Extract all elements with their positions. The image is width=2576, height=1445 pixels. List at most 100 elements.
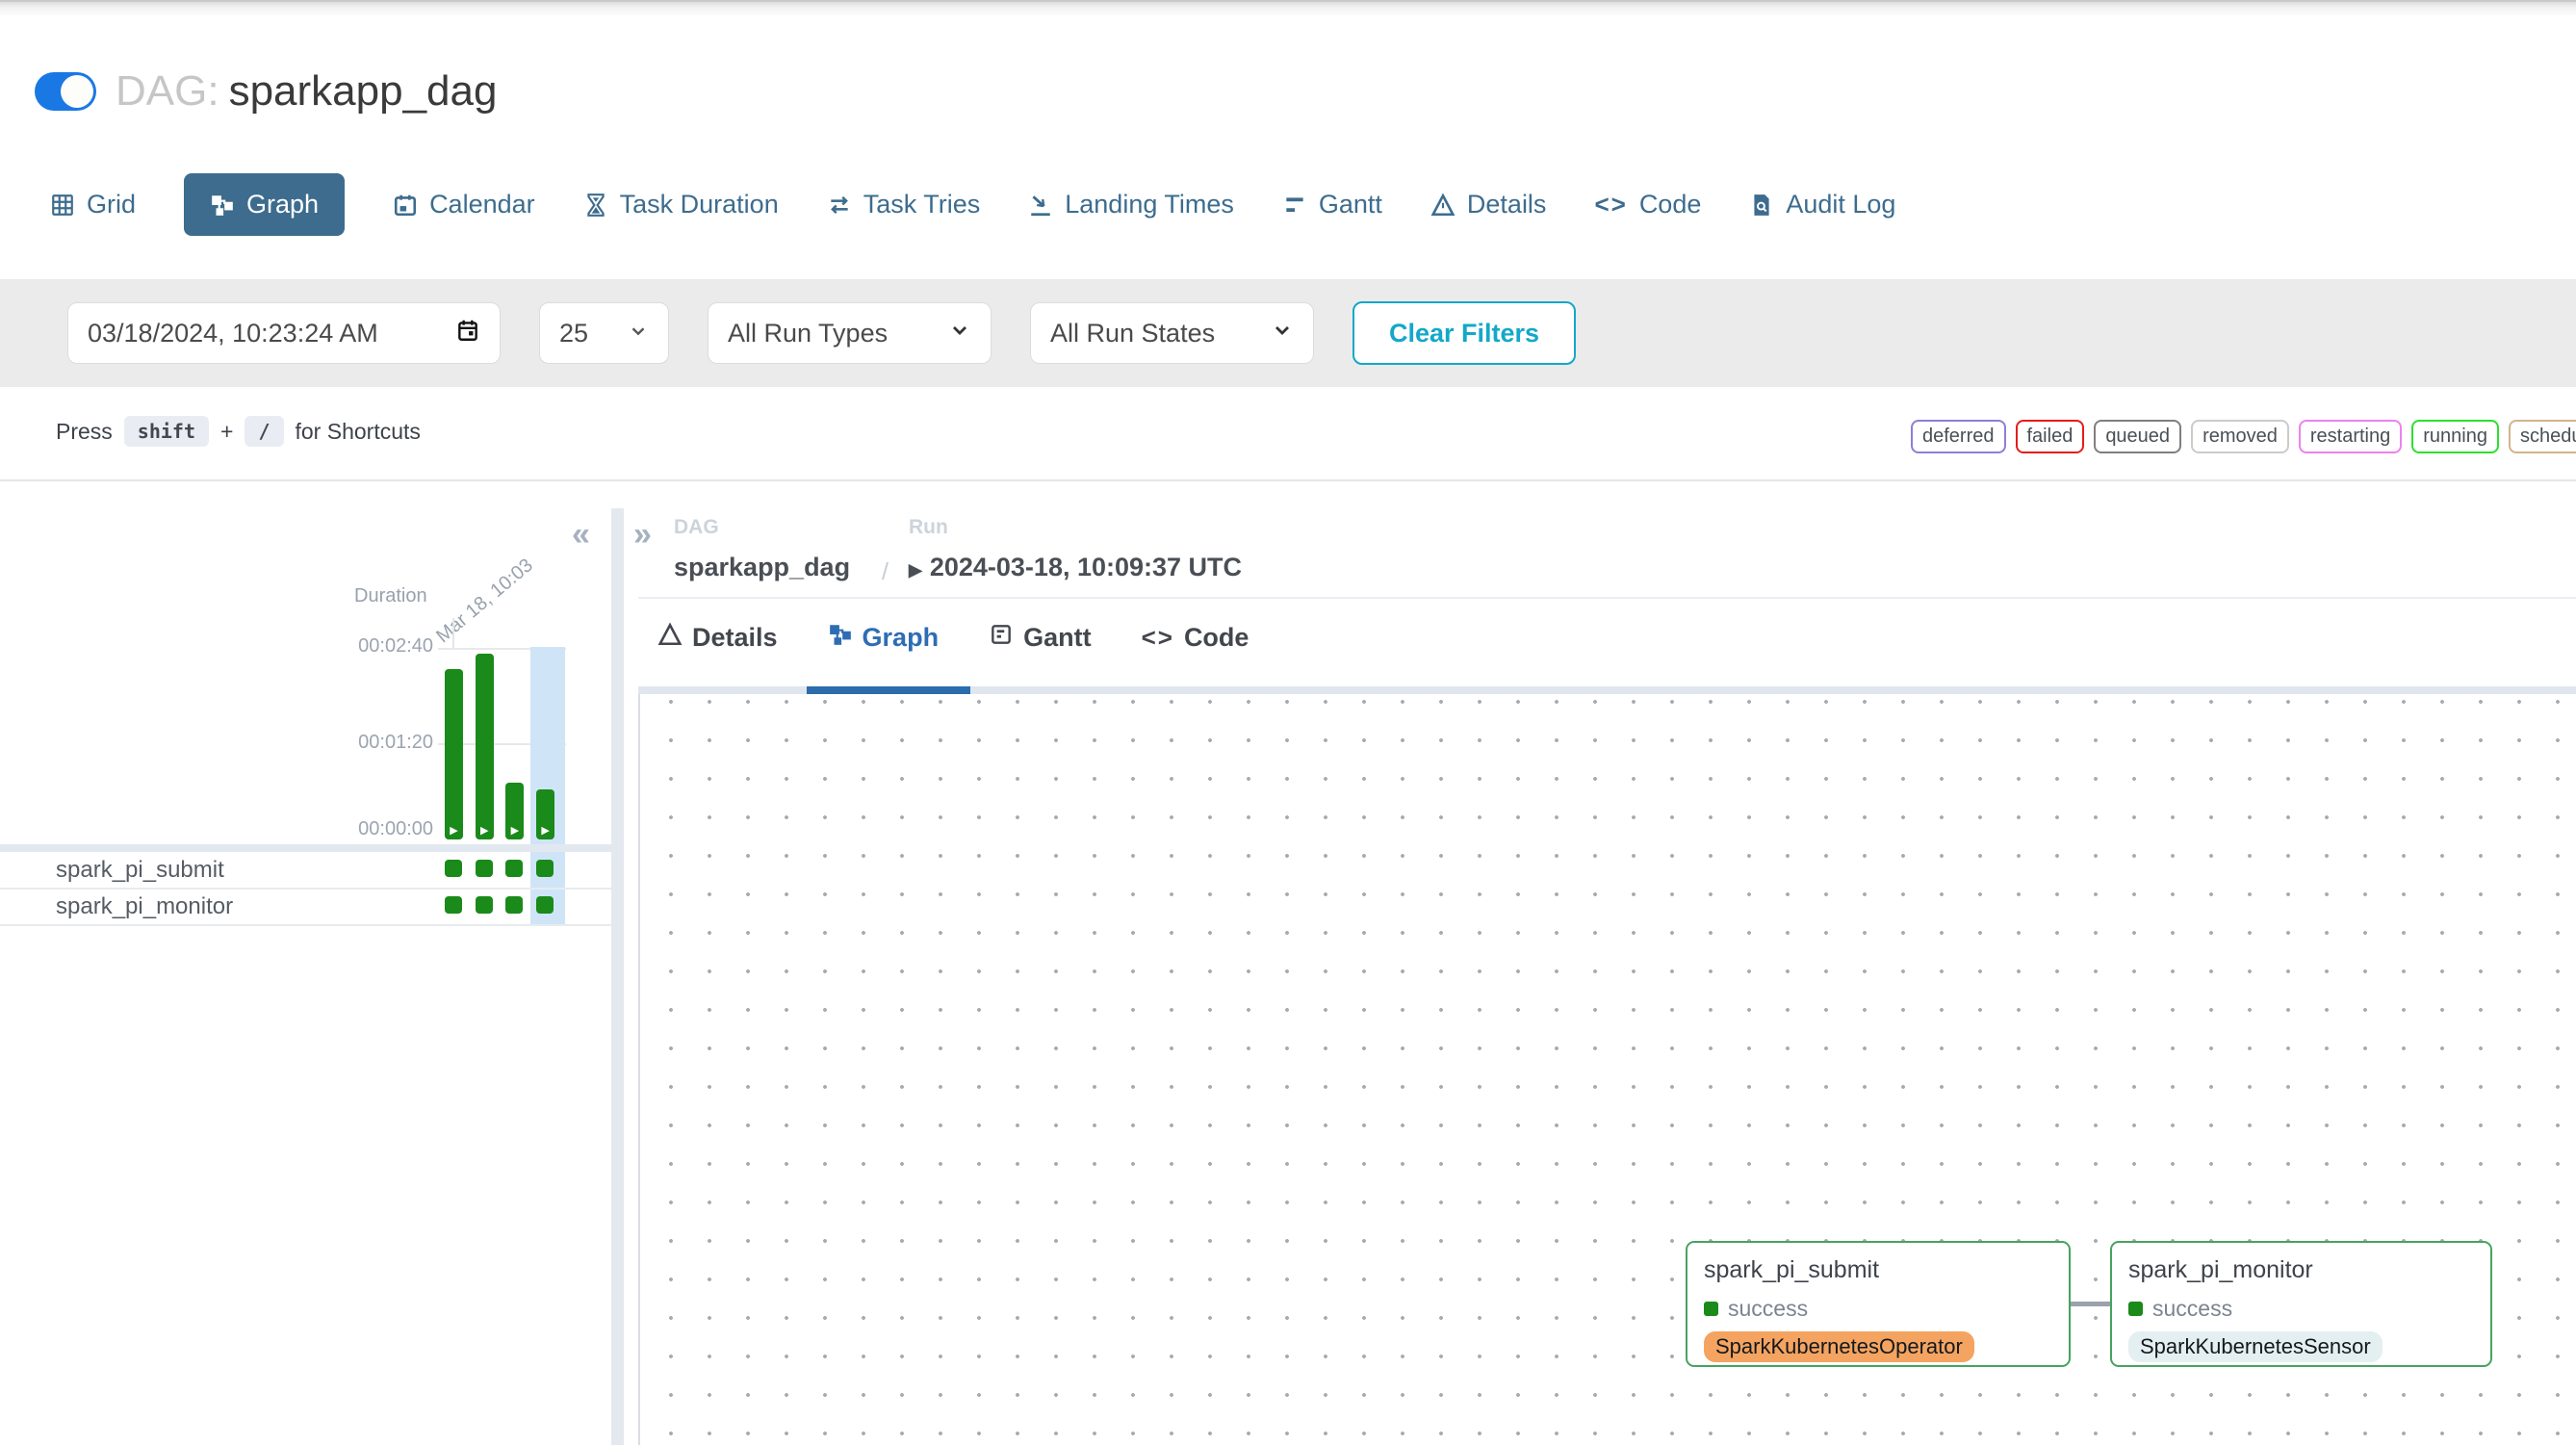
breadcrumb-separator: / [882,558,889,586]
date-filter-value: 03/18/2024, 10:23:24 AM [88,319,378,348]
task-instance-row [445,860,570,877]
nav-tab-label: Code [1639,190,1702,219]
legend-badge-failed[interactable]: failed [2016,420,2085,453]
nav-tab-label: Audit Log [1786,190,1895,219]
warning-triangle-icon [1430,193,1455,218]
task-row-label[interactable]: spark_pi_submit [56,857,224,884]
graph-icon [210,193,235,218]
grid-header-divider [0,844,611,852]
expand-panel-button[interactable]: » [633,516,652,554]
nav-tab-details[interactable]: Details [1430,190,1547,219]
view-nav: Grid Graph Calendar Task Duration Task T… [50,173,1895,236]
node-title: spark_pi_submit [1704,1256,2052,1284]
task-instance-square[interactable] [505,896,523,914]
tab-label: Details [692,623,778,653]
task-instance-square[interactable] [536,860,554,877]
state-legend: deferred failed queued removed restartin… [1911,414,2576,458]
graph-icon [828,622,853,654]
breadcrumb-run-value[interactable]: ▶2024-03-18, 10:09:37 UTC [909,553,1242,582]
chevron-down-icon [948,319,971,348]
airflow-dag-page: DAG:sparkapp_dag Grid Graph Calendar Tas… [0,0,2576,1445]
dag-pause-toggle[interactable] [35,72,96,111]
collapse-panel-button[interactable]: « [572,516,590,554]
nav-tab-label: Gantt [1319,190,1382,219]
task-row-label[interactable]: spark_pi_monitor [56,893,233,920]
success-status-icon [2128,1302,2143,1316]
tab-details[interactable]: Details [657,622,778,654]
node-status: success [1704,1296,2052,1322]
kbd-shift: shift [124,416,209,447]
kbd-slash: / [245,416,283,447]
row-divider [0,888,611,890]
tab-graph[interactable]: Graph [828,622,940,654]
y-tick: 00:00:00 [333,818,433,840]
legend-badge-running[interactable]: running [2411,420,2499,453]
nav-tab-calendar[interactable]: Calendar [393,190,535,219]
edge-spark-pi-submit-to-monitor [2070,1302,2112,1306]
shortcuts-text: Press [56,419,113,445]
legend-badge-removed[interactable]: removed [2191,420,2289,453]
nav-tab-landing-times[interactable]: Landing Times [1028,190,1234,219]
operator-badge: SparkKubernetesOperator [1704,1331,1974,1362]
operator-badge: SparkKubernetesSensor [2128,1331,2383,1362]
duration-bar[interactable]: ▶ [536,789,554,839]
task-instance-square[interactable] [445,860,462,877]
clear-filters-button[interactable]: Clear Filters [1352,301,1576,365]
legend-badge-restarting[interactable]: restarting [2299,420,2402,453]
gantt-icon [989,622,1014,654]
legend-badge-queued[interactable]: queued [2094,420,2181,453]
nav-tab-graph[interactable]: Graph [184,173,345,236]
breadcrumb-dag-name[interactable]: sparkapp_dag [674,553,850,582]
warning-triangle-icon [657,622,683,654]
node-title: spark_pi_monitor [2128,1256,2474,1284]
tab-label: Code [1184,623,1249,653]
status-label: success [2152,1296,2232,1322]
task-instance-square[interactable] [476,896,493,914]
nav-tab-audit-log[interactable]: Audit Log [1749,190,1895,219]
nav-tab-code[interactable]: <> Code [1594,190,1701,219]
breadcrumb-dag-label: DAG [674,516,719,539]
nav-tab-task-duration[interactable]: Task Duration [583,190,779,219]
nav-tab-label: Graph [246,190,319,219]
panel-resizer[interactable] [611,508,624,1445]
run-types-value: All Run Types [728,319,888,348]
duration-bar[interactable]: ▶ [476,654,494,839]
duration-bar[interactable]: ▶ [505,783,524,839]
run-types-select[interactable]: All Run Types [708,302,992,364]
hourglass-icon [583,193,608,218]
y-tick: 00:02:40 [333,635,433,658]
code-icon: <> [1142,623,1174,653]
legend-badge-deferred[interactable]: deferred [1911,420,2006,453]
chevron-down-icon [1271,319,1294,348]
shortcuts-hint: Press shift + / for Shortcuts [56,416,421,447]
run-states-select[interactable]: All Run States [1030,302,1314,364]
task-instance-square[interactable] [445,896,462,914]
tab-label: Graph [863,623,940,653]
date-filter-input[interactable]: 03/18/2024, 10:23:24 AM [67,302,501,364]
page-size-select[interactable]: 25 [539,302,669,364]
toggle-knob [61,75,93,108]
task-instance-square[interactable] [505,860,523,877]
legend-badge-scheduled[interactable]: scheduled [2509,420,2576,453]
nav-tab-label: Task Duration [620,190,779,219]
play-icon: ▶ [541,822,549,839]
nav-tab-grid[interactable]: Grid [50,190,136,219]
tab-code[interactable]: <> Code [1142,623,1249,653]
nav-tab-task-tries[interactable]: Task Tries [827,190,981,219]
success-status-icon [1704,1302,1718,1316]
nav-tab-label: Grid [87,190,136,219]
code-icon: <> [1594,190,1627,219]
tab-gantt[interactable]: Gantt [989,622,1092,654]
grid-icon [50,193,75,218]
nav-tab-gantt[interactable]: Gantt [1282,190,1382,219]
calendar-picker-icon[interactable] [455,318,480,349]
task-node-spark-pi-monitor[interactable]: spark_pi_monitor success SparkKubernetes… [2110,1241,2492,1367]
duration-bar[interactable]: ▶ [445,669,463,839]
top-gradient-strip [0,0,2576,17]
nav-tab-label: Landing Times [1065,190,1234,219]
task-instance-square[interactable] [536,896,554,914]
play-icon: ▶ [480,822,488,839]
detail-tabs: Details Graph Gantt <> Code [657,622,1249,654]
task-instance-square[interactable] [476,860,493,877]
task-node-spark-pi-submit[interactable]: spark_pi_submit success SparkKubernetesO… [1686,1241,2071,1367]
